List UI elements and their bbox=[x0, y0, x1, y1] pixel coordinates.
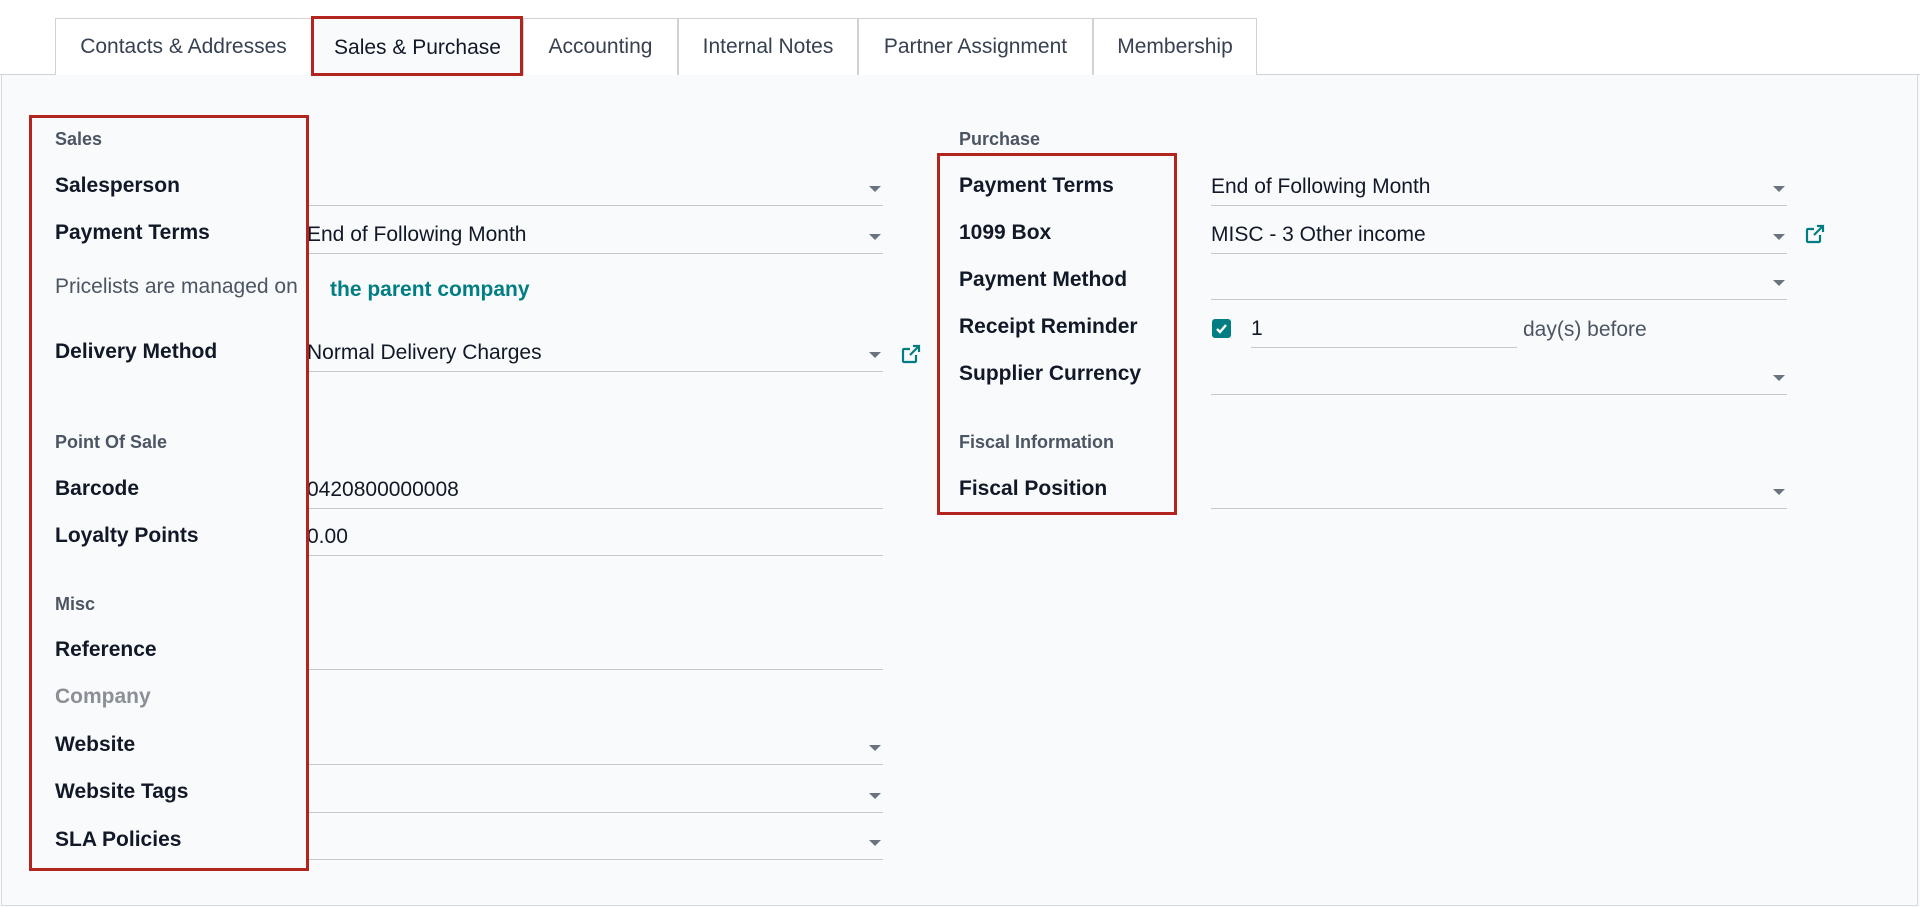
delivery-method-value: Normal Delivery Charges bbox=[307, 341, 542, 364]
sla-policies-label: SLA Policies bbox=[55, 828, 182, 851]
chevron-down-icon[interactable] bbox=[869, 793, 881, 799]
notebook-tabs: Contacts & Addresses Sales & Purchase Ac… bbox=[0, 0, 1920, 76]
external-link-icon[interactable] bbox=[900, 343, 922, 365]
purchase-payment-terms-field[interactable]: End of Following Month bbox=[1211, 172, 1787, 206]
tab-sales-purchase[interactable]: Sales & Purchase bbox=[312, 18, 523, 76]
tab-partner-assignment[interactable]: Partner Assignment bbox=[858, 18, 1093, 75]
barcode-value: 0420800000008 bbox=[307, 478, 459, 501]
tab-label: Partner Assignment bbox=[883, 35, 1068, 58]
chevron-down-icon[interactable] bbox=[1773, 234, 1785, 240]
payment-terms-value: End of Following Month bbox=[307, 223, 527, 246]
receipt-reminder-days-input[interactable]: 1 bbox=[1251, 314, 1517, 348]
reference-field[interactable] bbox=[307, 636, 883, 670]
pos-section-title: Point Of Sale bbox=[55, 432, 168, 452]
chevron-down-icon[interactable] bbox=[869, 840, 881, 846]
chevron-down-icon[interactable] bbox=[1773, 375, 1785, 381]
sla-policies-field[interactable] bbox=[307, 826, 883, 860]
external-link-icon[interactable] bbox=[1804, 223, 1826, 245]
chevron-down-icon[interactable] bbox=[1773, 280, 1785, 286]
chevron-down-icon[interactable] bbox=[869, 186, 881, 192]
delivery-method-label: Delivery Method bbox=[55, 340, 218, 363]
website-tags-label: Website Tags bbox=[55, 780, 189, 803]
tab-label: Contacts & Addresses bbox=[80, 35, 287, 58]
tab-membership[interactable]: Membership bbox=[1093, 18, 1257, 75]
tab-contacts-addresses[interactable]: Contacts & Addresses bbox=[55, 18, 312, 75]
tab-internal-notes[interactable]: Internal Notes bbox=[678, 18, 858, 75]
tab-label: Accounting bbox=[548, 35, 653, 58]
receipt-reminder-label: Receipt Reminder bbox=[959, 315, 1138, 338]
website-field[interactable] bbox=[307, 731, 883, 765]
supplier-currency-label: Supplier Currency bbox=[959, 362, 1142, 385]
fiscal-position-label: Fiscal Position bbox=[959, 477, 1108, 500]
chevron-down-icon[interactable] bbox=[869, 352, 881, 358]
salesperson-label: Salesperson bbox=[55, 174, 180, 197]
reference-label: Reference bbox=[55, 638, 157, 661]
fiscal-section-title: Fiscal Information bbox=[959, 432, 1115, 452]
chevron-down-icon[interactable] bbox=[869, 745, 881, 751]
payment-method-field[interactable] bbox=[1211, 266, 1787, 300]
receipt-reminder-checkbox[interactable] bbox=[1212, 319, 1231, 338]
box-1099-label: 1099 Box bbox=[959, 221, 1052, 244]
tab-label: Sales & Purchase bbox=[334, 35, 501, 59]
tab-label: Internal Notes bbox=[702, 35, 834, 58]
website-label: Website bbox=[55, 733, 136, 756]
salesperson-field[interactable] bbox=[307, 172, 883, 206]
tab-accounting[interactable]: Accounting bbox=[523, 18, 678, 75]
payment-terms-label: Payment Terms bbox=[55, 221, 210, 244]
purchase-payment-terms-value: End of Following Month bbox=[1211, 175, 1431, 198]
chevron-down-icon[interactable] bbox=[1773, 186, 1785, 192]
receipt-reminder-days-value: 1 bbox=[1251, 317, 1263, 340]
chevron-down-icon[interactable] bbox=[869, 234, 881, 240]
payment-method-label: Payment Method bbox=[959, 268, 1128, 291]
tab-label: Membership bbox=[1117, 35, 1233, 58]
misc-section-title: Misc bbox=[55, 594, 96, 614]
pricelist-note: Pricelists are managed on bbox=[55, 275, 298, 298]
check-icon bbox=[1216, 324, 1227, 334]
supplier-currency-field[interactable] bbox=[1211, 361, 1787, 395]
days-before-text: day(s) before bbox=[1523, 318, 1647, 341]
barcode-field[interactable]: 0420800000008 bbox=[307, 475, 883, 509]
sales-section-title: Sales bbox=[55, 129, 103, 149]
box-1099-value: MISC - 3 Other income bbox=[1211, 223, 1426, 246]
purchase-payment-terms-label: Payment Terms bbox=[959, 174, 1114, 197]
delivery-method-field[interactable]: Normal Delivery Charges bbox=[307, 338, 883, 372]
loyalty-points-value: 0.00 bbox=[307, 525, 348, 548]
parent-company-link[interactable]: the parent company bbox=[330, 278, 530, 302]
barcode-label: Barcode bbox=[55, 477, 140, 500]
purchase-section-title: Purchase bbox=[959, 129, 1041, 149]
loyalty-points-field[interactable]: 0.00 bbox=[307, 522, 883, 556]
website-tags-field[interactable] bbox=[307, 779, 883, 813]
loyalty-points-label: Loyalty Points bbox=[55, 524, 199, 547]
box-1099-field[interactable]: MISC - 3 Other income bbox=[1211, 220, 1787, 254]
fiscal-position-field[interactable] bbox=[1211, 475, 1787, 509]
payment-terms-field[interactable]: End of Following Month bbox=[307, 220, 883, 254]
chevron-down-icon[interactable] bbox=[1773, 489, 1785, 495]
company-label: Company bbox=[55, 685, 151, 708]
